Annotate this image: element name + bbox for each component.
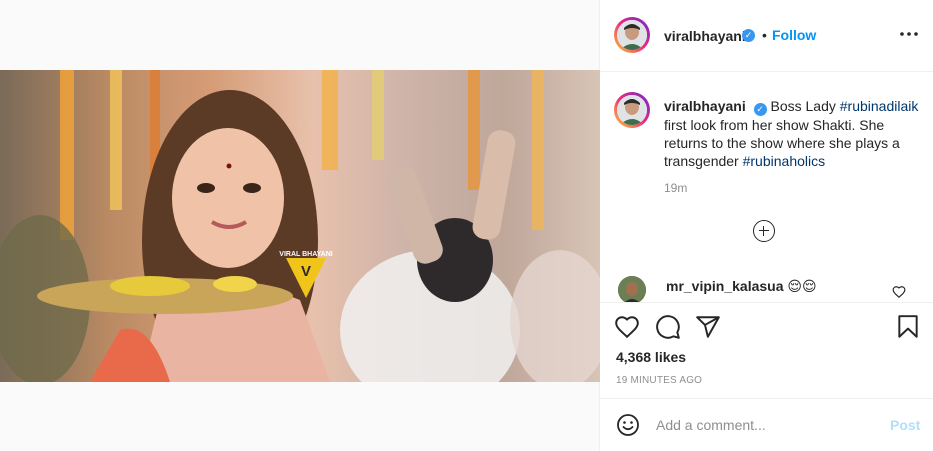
caption-time[interactable]: 19m bbox=[664, 181, 687, 195]
comment-item: mr_vipin_kalasua 😌😌 bbox=[600, 272, 933, 302]
emoji-icon[interactable] bbox=[616, 413, 640, 437]
post-comment-button[interactable]: Post bbox=[890, 417, 920, 433]
commenter-avatar[interactable] bbox=[618, 276, 646, 302]
follow-button[interactable]: Follow bbox=[772, 27, 816, 43]
comment-heart-icon[interactable] bbox=[892, 285, 906, 299]
add-comment-input[interactable] bbox=[656, 413, 876, 437]
caption-segment: Boss Lady bbox=[770, 98, 840, 114]
author-username[interactable]: viralbhayani bbox=[664, 28, 746, 44]
comment-body: mr_vipin_kalasua 😌😌 bbox=[666, 278, 817, 295]
avatar-image bbox=[617, 95, 647, 125]
add-comment-bar: Post bbox=[600, 398, 933, 451]
watermark-text: VIRAL BHAYANI bbox=[279, 251, 332, 258]
load-more-comments-icon[interactable] bbox=[753, 220, 775, 242]
post-image-illustration: V VIRAL BHAYANI bbox=[0, 70, 600, 382]
commenter-username[interactable]: mr_vipin_kalasua bbox=[666, 278, 784, 294]
header-separator: • bbox=[762, 27, 767, 43]
avatar-image bbox=[618, 276, 646, 302]
caption-author-avatar[interactable] bbox=[614, 92, 650, 128]
post-image[interactable]: V VIRAL BHAYANI bbox=[0, 70, 600, 382]
caption-username[interactable]: viralbhayani bbox=[664, 98, 746, 114]
verified-badge-icon: ✓ bbox=[742, 29, 755, 42]
post-media-panel: V VIRAL BHAYANI bbox=[0, 0, 600, 451]
post-timestamp[interactable]: 19 MINUTES AGO bbox=[616, 375, 702, 386]
post-actions: 4,368 likes 19 MINUTES AGO bbox=[600, 302, 933, 402]
comment-bubble-icon[interactable] bbox=[655, 314, 681, 340]
likes-count[interactable]: 4,368 likes bbox=[616, 349, 686, 365]
like-heart-icon[interactable] bbox=[614, 314, 640, 340]
verified-badge-icon: ✓ bbox=[753, 103, 767, 116]
save-bookmark-icon[interactable] bbox=[895, 314, 921, 340]
post-side-panel: viralbhayani ✓ • Follow viralbhayani ✓ B… bbox=[600, 0, 933, 451]
author-avatar[interactable] bbox=[614, 17, 650, 53]
hashtag-link[interactable]: #rubinadilaik bbox=[840, 98, 919, 114]
hashtag-link[interactable]: #rubinaholics bbox=[743, 153, 826, 169]
post-header: viralbhayani ✓ • Follow bbox=[600, 0, 933, 72]
avatar-image bbox=[617, 20, 647, 50]
more-options-icon[interactable] bbox=[898, 24, 920, 44]
caption-text: viralbhayani ✓ Boss Lady #rubinadilaik f… bbox=[664, 97, 919, 170]
share-paper-plane-icon[interactable] bbox=[695, 314, 721, 340]
watermark-mark: V bbox=[301, 263, 311, 280]
comment-text: 😌😌 bbox=[787, 278, 817, 294]
